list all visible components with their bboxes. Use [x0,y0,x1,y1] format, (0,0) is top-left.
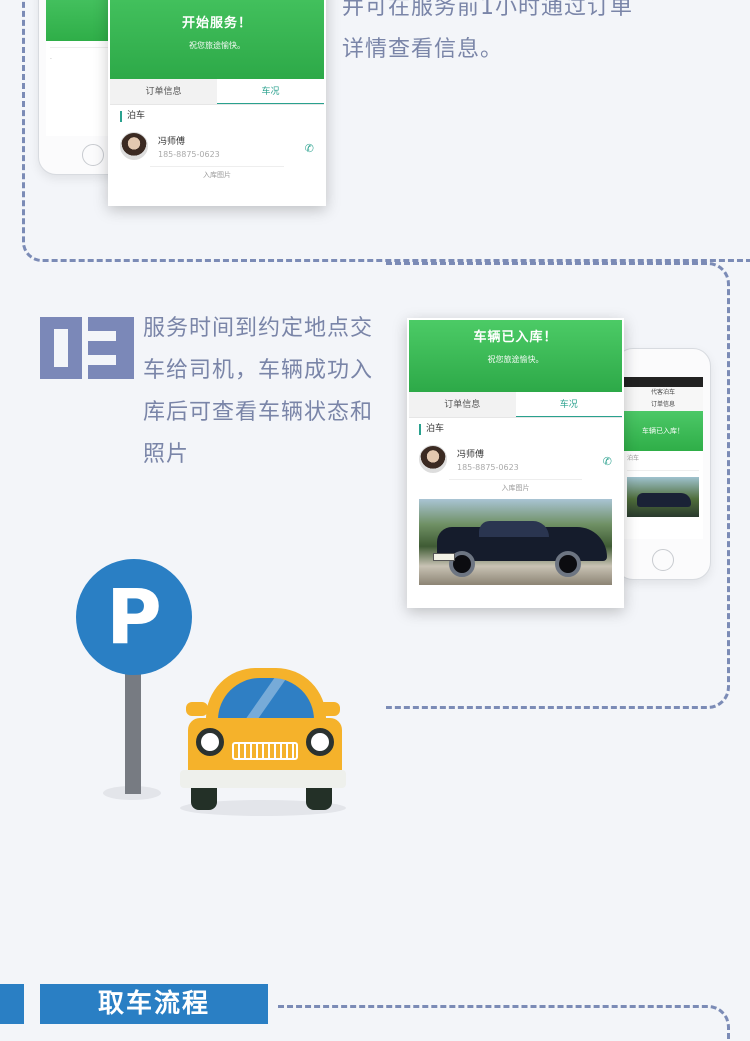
section-title: 泊车 [120,111,324,122]
driver-info: 冯师傅 185-8875-0623 [158,134,220,159]
taxi-mirror-left [186,702,208,716]
photo-label: 入库图片 [150,166,284,180]
phone-icon[interactable]: ✆ [305,142,314,155]
app-card-start-service: 开始服务！ 祝您旅途愉快。 订单信息 车况 泊车 冯师傅 185-8875-06… [108,0,326,206]
driver-phone: 185-8875-0623 [457,462,519,472]
step-number-03 [40,317,134,379]
home-button [652,549,674,571]
taxi-bumper [180,770,346,788]
taxi-wheel-left [191,788,217,810]
card-title: 开始服务！ [181,16,252,31]
tab-order-info[interactable]: 订单信息 [409,392,516,417]
parking-pole [125,668,141,794]
mini-car-photo [627,477,699,517]
card-tabs: 订单信息 车况 [409,392,622,418]
card-title: 车辆已入库！ [473,330,558,345]
flow-dashed-line-bottom [278,1005,730,1041]
card-subtitle: 祝您旅途愉快。 [189,41,245,50]
step2-description: 并可在服务前1小时通过订单详情查看信息。 [342,0,633,62]
avatar [419,445,447,473]
driver-phone: 185-8875-0623 [158,149,220,159]
driver-row: 冯师傅 185-8875-0623 ✆ [409,435,622,473]
step3-description: 服务时间到约定地点交车给司机，车辆成功入库后可查看车辆状态和照片 [143,316,374,467]
tab-car-status[interactable]: 车况 [217,79,324,104]
card-header: 车辆已入库！ 祝您旅途愉快。 [409,320,622,392]
mini-statusbar [623,377,703,387]
avatar [120,132,148,160]
driver-name: 冯师傅 [158,136,186,147]
phone-mockup-back-right: 代客泊车 订单信息 车辆已入库！ 泊车 [615,348,711,580]
taxi-grille [232,742,298,760]
mini-banner: 车辆已入库！ [623,411,703,451]
phone-icon[interactable]: ✆ [603,455,612,468]
car-wheel-rear [555,551,581,577]
section-title: 泊车 [419,424,622,435]
taxi-mirror-right [318,702,340,716]
mini-tab: 订单信息 [623,399,703,411]
mini-nav-title: 代客泊车 [623,387,703,399]
driver-row: 冯师傅 185-8875-0623 ✆ [110,122,324,160]
mini-section: 泊车 [627,455,640,462]
digit-0 [40,317,82,379]
car-plate [433,553,455,561]
photo-label: 入库图片 [449,479,582,493]
home-button [82,144,104,166]
taxi-headlight-left [196,728,224,756]
driver-info: 冯师傅 185-8875-0623 [457,447,519,472]
section-title-pickup: 取车流程 [40,984,268,1024]
digit-3 [88,317,134,379]
phone-screen: 代客泊车 订单信息 车辆已入库！ 泊车 [623,377,703,539]
card-tabs: 订单信息 车况 [110,79,324,105]
section-accent-bar [0,984,24,1024]
card-header: 开始服务！ 祝您旅途愉快。 [110,0,324,79]
parking-sign-icon: P [76,559,192,675]
car-photo [419,499,612,585]
driver-name: 冯师傅 [457,449,485,460]
mini-divider [627,470,699,471]
car-window [479,521,549,537]
tab-car-status[interactable]: 车况 [515,392,622,417]
card-subtitle: 祝您旅途愉快。 [487,355,544,364]
taxi-headlight-right [306,728,334,756]
app-card-car-parked: 车辆已入库！ 祝您旅途愉快。 订单信息 车况 泊车 冯师傅 185-8875-0… [407,318,624,608]
tab-order-info[interactable]: 订单信息 [110,79,217,104]
taxi-wheel-right [306,788,332,810]
